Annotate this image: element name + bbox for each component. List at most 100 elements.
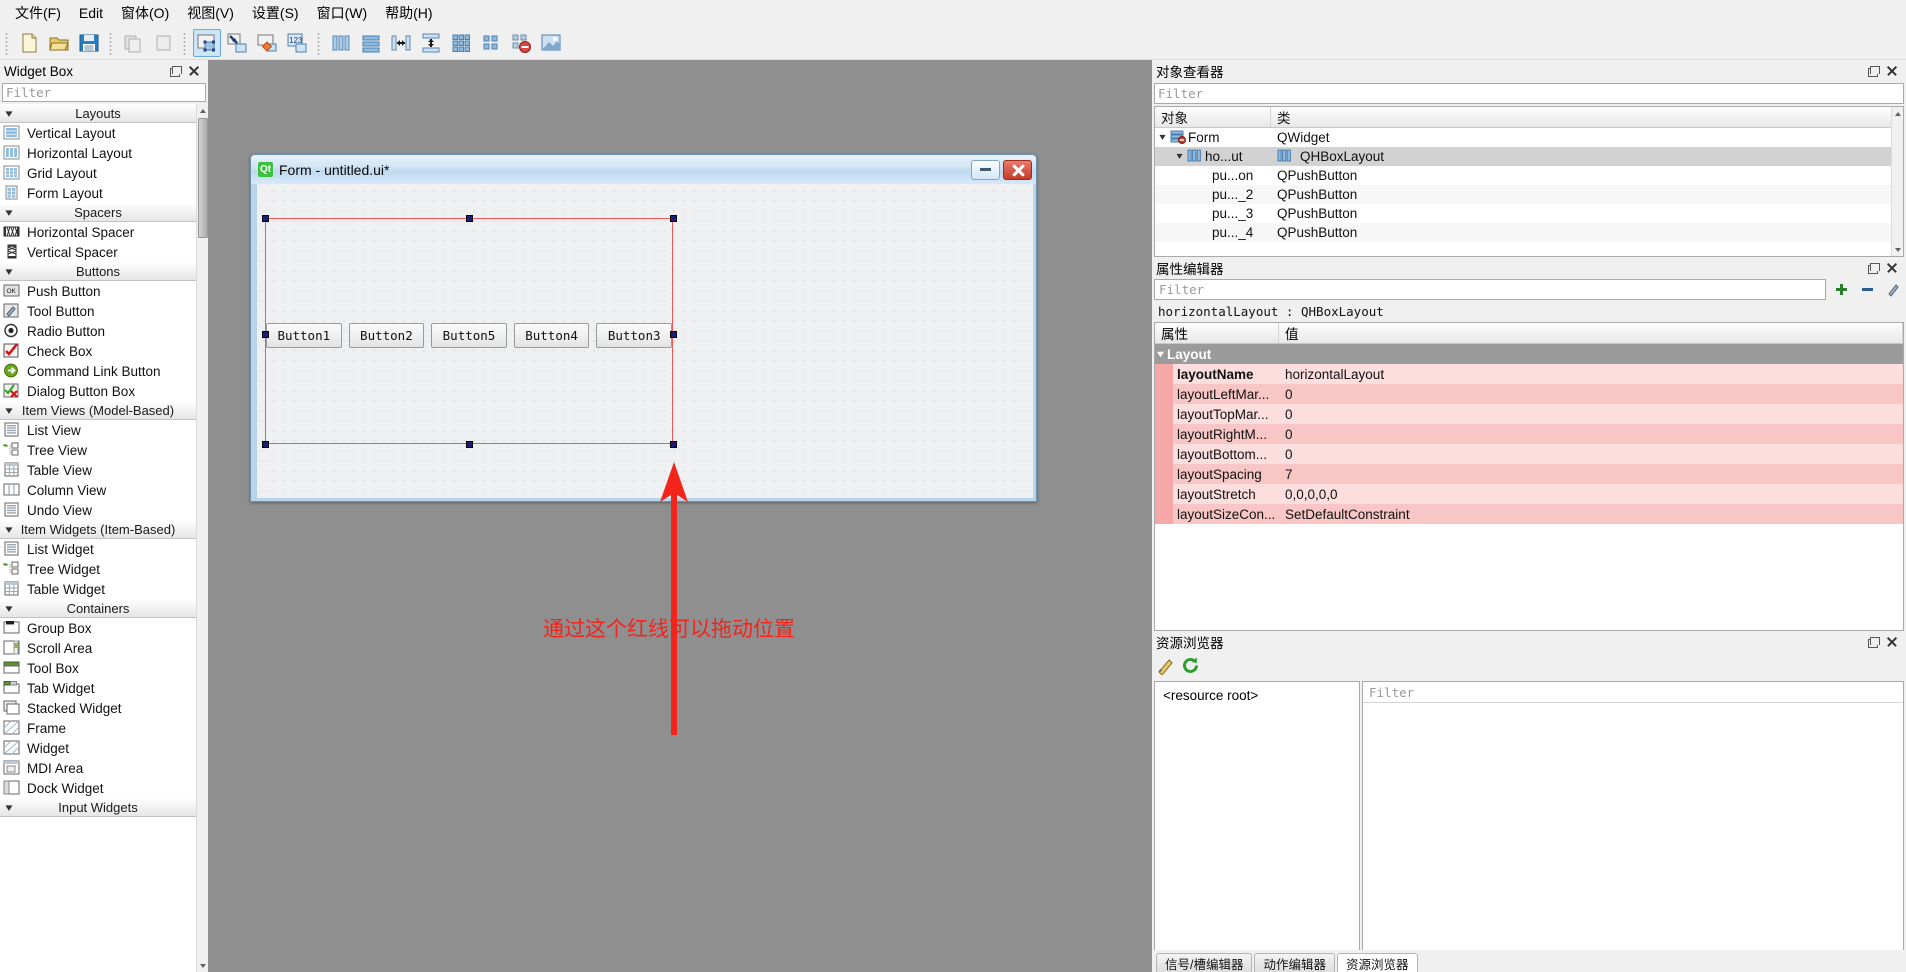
column-header-object[interactable]: 对象 [1155,107,1271,127]
menu-view[interactable]: 视图(V) [178,0,243,26]
resource-filter-input[interactable]: Filter [1363,682,1903,703]
form-push-button-3[interactable]: Button3 [596,323,672,348]
widget-box-group-spacers[interactable]: ▾ Spacers [0,203,196,222]
add-property-button[interactable] [1830,279,1852,300]
object-tree-row-pushbutton-2[interactable]: pu..._2 QPushButton [1155,185,1903,204]
widget-item-scroll-area[interactable]: Scroll Area [0,638,196,658]
widget-item-vertical-spacer[interactable]: Vertical Spacer [0,242,196,262]
widget-box-group-layouts[interactable]: ▾ Layouts [0,104,196,123]
widget-item-tool-box[interactable]: Tool Box [0,658,196,678]
toolbar-grip-2[interactable] [107,30,115,55]
widget-item-column-view[interactable]: Column View [0,480,196,500]
property-editor-float-icon[interactable] [1867,262,1880,274]
widget-item-tab-widget[interactable]: Tab Widget [0,678,196,698]
form-minimize-button[interactable] [971,159,1000,180]
widget-box-group-input-widgets[interactable]: ▾ Input Widgets [0,798,196,817]
scroll-up-icon[interactable] [197,104,208,117]
property-editor-close-icon[interactable] [1886,262,1898,274]
widget-item-widget[interactable]: Widget [0,738,196,758]
property-row-layoutName[interactable]: layoutName horizontalLayout [1155,364,1903,384]
widget-box-group-buttons[interactable]: ▾ Buttons [0,262,196,281]
form-push-button-5[interactable]: Button5 [431,323,507,348]
widget-item-frame[interactable]: Frame [0,718,196,738]
widget-item-dock-widget[interactable]: Dock Widget [0,778,196,798]
widget-item-check-box[interactable]: Check Box [0,341,196,361]
property-table[interactable]: 属性 值 ▾ Layout layoutName horizontalLayou… [1154,322,1904,631]
menu-file[interactable]: 文件(F) [6,0,70,26]
form-window[interactable]: Qt Form - untitled.ui* Button1 Button2 B… [250,154,1037,502]
scroll-down-icon[interactable] [1892,243,1903,256]
resize-handle-top-left[interactable] [262,215,269,222]
configure-property-button[interactable] [1882,279,1904,300]
menu-settings[interactable]: 设置(S) [243,0,308,26]
scroll-down-icon[interactable] [197,959,208,972]
widget-item-grid-layout[interactable]: Grid Layout [0,163,196,183]
toolbar-grip[interactable] [3,30,11,55]
layout-grid-icon[interactable] [447,29,475,57]
break-layout-icon[interactable] [507,29,535,57]
widget-item-radio-button[interactable]: Radio Button [0,321,196,341]
reload-icon[interactable] [1181,656,1200,678]
object-inspector-filter-input[interactable]: Filter [1154,83,1904,104]
column-header-value[interactable]: 值 [1279,323,1903,343]
object-inspector-close-icon[interactable] [1886,65,1898,77]
widget-item-dialog-button-box[interactable]: Dialog Button Box [0,381,196,401]
property-row-layoutStretch[interactable]: layoutStretch 0,0,0,0,0 [1155,484,1903,504]
open-form-icon[interactable] [45,29,73,57]
resource-browser-float-icon[interactable] [1867,636,1880,648]
edit-resources-icon[interactable] [1156,656,1175,678]
edit-widgets-icon[interactable] [193,28,221,57]
form-push-button-1[interactable]: Button1 [266,323,342,348]
resize-handle-top-center[interactable] [466,215,473,222]
widget-box-float-icon[interactable] [169,65,182,77]
property-value[interactable]: SetDefaultConstraint [1279,504,1903,524]
scroll-up-icon[interactable] [1892,107,1903,120]
adjust-size-icon[interactable] [537,29,565,57]
object-tree[interactable]: 对象 类 ▾ Form QWidget ▾ ho...ut QHBoxLayou… [1154,106,1904,257]
layout-horizontally-icon[interactable] [327,29,355,57]
widget-item-form-layout[interactable]: Form Layout [0,183,196,203]
widget-item-horizontal-spacer[interactable]: Horizontal Spacer [0,222,196,242]
column-header-property[interactable]: 属性 [1155,323,1279,343]
save-form-icon[interactable] [75,29,103,57]
property-value[interactable]: horizontalLayout [1279,364,1903,384]
widget-item-undo-view[interactable]: Undo View [0,500,196,520]
property-row-layoutSizeConstraint[interactable]: layoutSizeCon... SetDefaultConstraint [1155,504,1903,524]
widget-box-scrollbar[interactable] [196,104,208,972]
widget-item-tree-view[interactable]: Tree View [0,440,196,460]
property-row-layoutRightMargin[interactable]: layoutRightM... 0 [1155,424,1903,444]
widget-box-close-icon[interactable] [188,65,200,77]
chevron-down-icon[interactable]: ▾ [1155,132,1172,143]
property-value[interactable]: 0 [1279,384,1903,404]
object-tree-row-form[interactable]: ▾ Form QWidget [1155,128,1903,147]
tab-resource-browser[interactable]: 资源浏览器 [1337,953,1418,972]
property-group-layout[interactable]: ▾ Layout [1155,344,1903,364]
resize-handle-bottom-right[interactable] [670,441,677,448]
layout-vertically-icon[interactable] [357,29,385,57]
widget-item-group-box[interactable]: Group Box [0,618,196,638]
widget-box-group-item-views[interactable]: ▾ Item Views (Model-Based) [0,401,196,420]
chevron-down-icon[interactable]: ▾ [1170,151,1189,162]
object-tree-row-pushbutton-4[interactable]: pu..._4 QPushButton [1155,223,1903,242]
menu-edit[interactable]: Edit [70,2,112,24]
property-value[interactable]: 0,0,0,0,0 [1279,484,1903,504]
property-row-layoutBottomMargin[interactable]: layoutBottom... 0 [1155,444,1903,464]
paste-icon[interactable] [149,29,177,57]
property-value[interactable]: 0 [1279,444,1903,464]
property-value[interactable]: 0 [1279,424,1903,444]
object-tree-row-horizontal-layout[interactable]: ▾ ho...ut QHBoxLayout [1155,147,1903,166]
toolbar-grip-3[interactable] [181,30,189,55]
widget-item-table-view[interactable]: Table View [0,460,196,480]
resize-handle-bottom-left[interactable] [262,441,269,448]
widget-item-table-widget[interactable]: Table Widget [0,579,196,599]
menu-help[interactable]: 帮助(H) [376,0,441,26]
resource-list[interactable]: Filter [1362,681,1904,970]
design-canvas[interactable]: Qt Form - untitled.ui* Button1 Button2 B… [208,60,1152,972]
object-tree-scrollbar[interactable] [1891,107,1903,256]
form-design-area[interactable]: Button1 Button2 Button5 Button4 Button3 [257,184,1033,498]
object-tree-row-pushbutton-3[interactable]: pu..._3 QPushButton [1155,204,1903,223]
remove-property-button[interactable] [1856,279,1878,300]
widget-box-group-containers[interactable]: ▾ Containers [0,599,196,618]
form-push-button-2[interactable]: Button2 [348,323,425,348]
new-form-icon[interactable] [15,29,43,57]
